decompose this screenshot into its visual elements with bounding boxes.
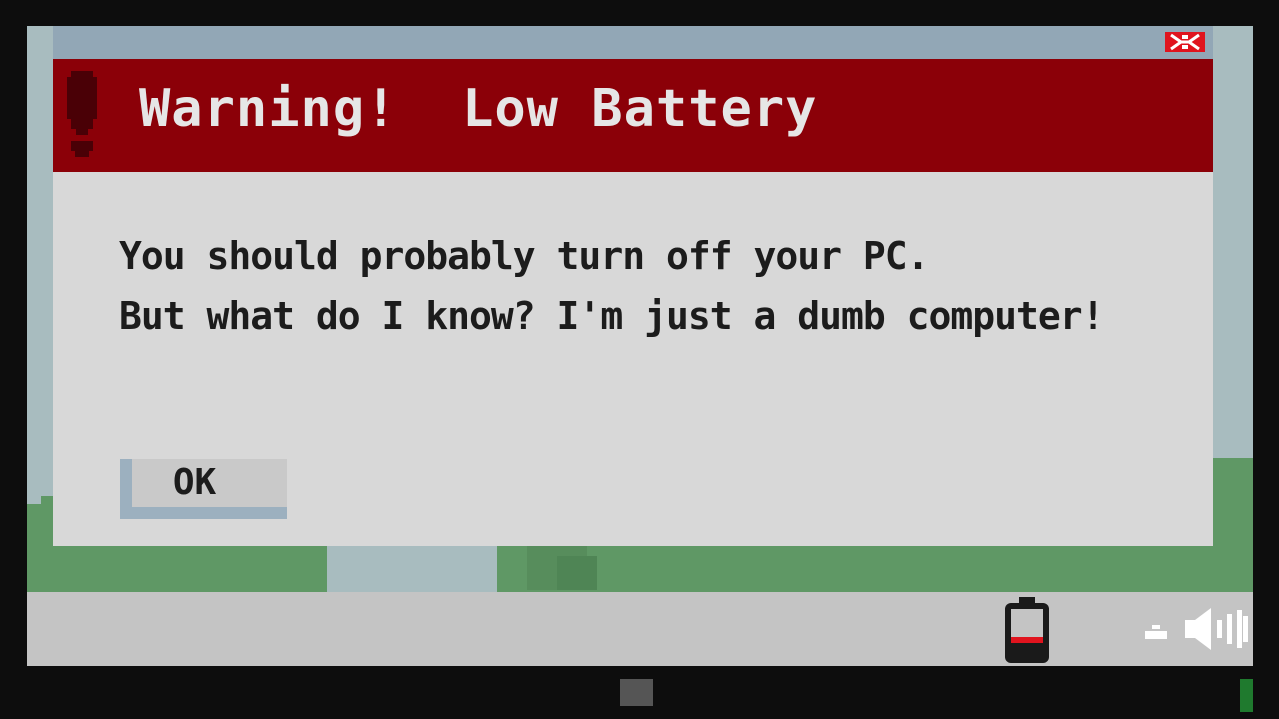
dialog-title: Warning! Low Battery xyxy=(139,79,818,139)
power-led xyxy=(1240,679,1253,712)
volume-icon[interactable] xyxy=(1185,606,1249,652)
message-line: But what do I know? I'm just a dumb comp… xyxy=(119,294,1105,338)
exclamation-icon xyxy=(67,71,97,157)
ok-button[interactable]: OK xyxy=(120,459,287,519)
dialog-titlebar[interactable] xyxy=(53,26,1213,59)
message-line: You should probably turn off your PC. xyxy=(119,234,929,278)
monitor-power-button[interactable] xyxy=(620,679,653,706)
hill-shadow xyxy=(557,556,597,590)
dialog-body: You should probably turn off your PC. Bu… xyxy=(53,172,1213,546)
close-icon[interactable] xyxy=(1165,32,1205,52)
network-icon[interactable] xyxy=(1145,625,1167,639)
battery-icon[interactable] xyxy=(1005,597,1049,663)
ok-button-label: OK xyxy=(172,462,217,503)
taskbar xyxy=(27,592,1253,666)
warning-header: Warning! Low Battery xyxy=(53,59,1213,172)
ok-button-face[interactable]: OK xyxy=(132,459,287,507)
desktop-screen: Warning! Low Battery You should probably… xyxy=(27,26,1253,666)
